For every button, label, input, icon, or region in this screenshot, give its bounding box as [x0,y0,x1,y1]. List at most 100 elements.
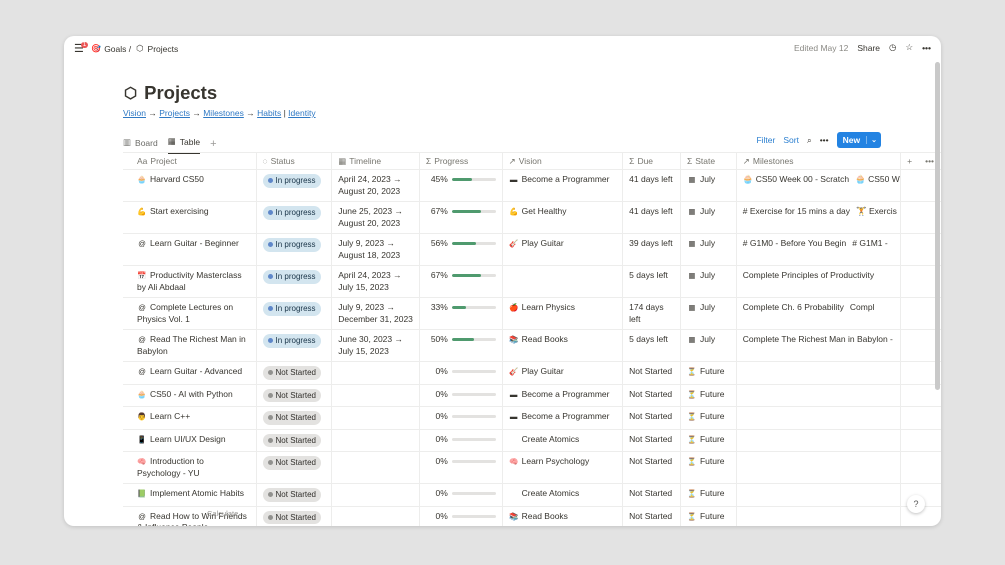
milestone-link[interactable]: 🧁 CS50 We [855,174,900,186]
status-cell[interactable]: In progress [257,202,333,233]
milestones-cell[interactable]: Complete Principles of Productivity [737,266,902,297]
timeline-cell[interactable] [332,506,420,526]
table-row[interactable]: 📅 Productivity Masterclass by Ali Abdaal I… [123,266,941,298]
scrollbar[interactable] [935,62,940,390]
project-cell[interactable]: 💪 Start exercising [123,202,257,233]
table-row[interactable]: 👨 Learn C++ Not Started 0% ▬ Become a Program… [123,407,941,430]
project-cell[interactable]: @ Learn Guitar - Advanced [123,362,257,384]
column-header-state[interactable]: Σ State [681,153,737,169]
help-button[interactable]: ? [907,495,925,513]
table-row[interactable]: 🧁 Harvard CS50 In progress April 24, 2023 →… [123,170,941,202]
vision-link[interactable]: Play Guitar [522,366,564,376]
tab-table[interactable]: ▦ Table [167,134,201,154]
column-header-due[interactable]: Σ Due [623,153,681,169]
project-cell[interactable]: 🧁 CS50 - AI with Python [123,384,257,406]
status-cell[interactable]: In progress [257,330,333,361]
new-button[interactable]: New ⌄ [836,132,881,148]
vision-link[interactable]: Play Guitar [522,238,564,248]
column-header-progress[interactable]: Σ Progress [420,153,503,169]
link-vision[interactable]: Vision [123,108,146,118]
milestone-link[interactable]: Complete Principles of Productivity [743,270,874,282]
column-header-status[interactable]: ◌ Status [257,153,333,169]
sort-button[interactable]: Sort [783,135,799,145]
link-habits[interactable]: Habits [257,108,281,118]
add-view-icon[interactable]: + [210,138,216,150]
vision-link[interactable]: Become a Programmer [522,174,610,184]
milestones-cell[interactable]: 🧁 CS50 Week 00 - Scratch 🧁 CS50 We [737,170,902,201]
milestones-cell[interactable]: # Exercise for 15 mins a day 🏋 Exercis [737,202,902,233]
status-cell[interactable]: In progress [257,170,333,201]
timeline-cell[interactable]: June 30, 2023 → July 15, 2023 [332,330,420,361]
vision-cell[interactable]: 🎸 Play Guitar [503,234,624,265]
column-header-vision[interactable]: ↗ Vision [503,153,624,169]
status-cell[interactable]: Not Started [257,362,333,384]
milestones-cell[interactable] [737,484,902,506]
vision-cell[interactable]: 🍎 Learn Physics [503,298,624,329]
project-name[interactable]: Read The Richest Man in Babylon [137,334,246,356]
vision-link[interactable]: Get Healthy [522,206,567,216]
status-cell[interactable]: Not Started [257,407,333,429]
milestones-cell[interactable]: # G1M0 - Before You Begin # G1M1 - [737,234,902,265]
table-row[interactable]: @ Read The Richest Man in Babylon In progr… [123,330,941,362]
table-row[interactable]: 🧁 CS50 - AI with Python Not Started 0% ▬ Beco… [123,384,941,407]
vision-cell[interactable]: ▬ Become a Programmer [503,170,624,201]
milestone-link[interactable]: # Exercise for 15 mins a day [743,206,850,218]
vision-cell[interactable]: ▬ Become a Programmer [503,407,624,429]
timeline-cell[interactable] [332,452,420,483]
status-cell[interactable]: In progress [257,266,333,297]
project-cell[interactable]: 🧠 Introduction to Psychology - YU [123,452,257,483]
status-cell[interactable]: Not Started [257,429,333,451]
breadcrumb-projects[interactable]: Projects [148,44,179,54]
more-options-icon[interactable]: ••• [820,135,829,145]
timeline-cell[interactable]: July 9, 2023 → August 18, 2023 [332,234,420,265]
timeline-cell[interactable] [332,484,420,506]
project-name[interactable]: Productivity Masterclass by Ali Abdaal [137,270,242,292]
timeline-cell[interactable]: April 24, 2023 → July 15, 2023 [332,266,420,297]
filter-button[interactable]: Filter [756,135,775,145]
status-cell[interactable]: Not Started [257,452,333,483]
vision-link[interactable]: Become a Programmer [522,411,610,421]
milestones-cell[interactable] [737,429,902,451]
project-cell[interactable]: @ Learn Guitar - Beginner [123,234,257,265]
table-row[interactable]: 💪 Start exercising In progress June 25, 202… [123,202,941,234]
milestone-link[interactable]: Compl [850,302,875,314]
milestone-link[interactable]: # G1M1 - [852,238,887,250]
milestones-cell[interactable]: Complete The Richest Man in Babylon - [737,330,902,361]
vision-cell[interactable]: ▬ Become a Programmer [503,384,624,406]
share-button[interactable]: Share [857,43,880,53]
milestones-cell[interactable] [737,407,902,429]
milestone-link[interactable]: Complete The Richest Man in Babylon - [743,334,893,346]
milestone-link[interactable]: # G1M0 - Before You Begin [743,238,847,250]
milestones-cell[interactable]: Complete Ch. 6 Probability Compl [737,298,902,329]
more-options-icon[interactable]: ••• [922,43,931,53]
milestones-cell[interactable] [737,452,902,483]
table-row[interactable]: @ Complete Lectures on Physics Vol. 1 In p… [123,298,941,330]
timeline-cell[interactable]: June 25, 2023 → August 20, 2023 [332,202,420,233]
project-name[interactable]: Harvard CS50 [150,174,204,184]
milestones-cell[interactable] [737,362,902,384]
table-row[interactable]: @ Learn Guitar - Advanced Not Started 0% 🎸 Pl… [123,362,941,385]
project-cell[interactable]: 📱 Learn UI/UX Design [123,429,257,451]
vision-link[interactable]: Read Books [522,334,568,344]
vision-link[interactable]: Create Atomics [522,434,580,444]
tab-board[interactable]: ▥ Board [123,135,158,153]
milestones-cell[interactable] [737,384,902,406]
project-cell[interactable]: 📅 Productivity Masterclass by Ali Abdaal [123,266,257,297]
project-name[interactable]: Complete Lectures on Physics Vol. 1 [137,302,233,324]
vision-cell[interactable]: 🎸 Play Guitar [503,362,624,384]
vision-cell[interactable]: Create Atomics [503,429,624,451]
project-name[interactable]: Start exercising [150,206,209,216]
status-cell[interactable]: Not Started [257,384,333,406]
vision-link[interactable]: Learn Psychology [522,456,590,466]
vision-cell[interactable]: 🧠 Learn Psychology [503,452,624,483]
project-cell[interactable]: @ Read The Richest Man in Babylon [123,330,257,361]
table-row[interactable]: 📱 Learn UI/UX Design Not Started 0% Create A… [123,429,941,452]
vision-link[interactable]: Create Atomics [522,488,580,498]
project-cell[interactable]: 📗 Implement Atomic Habits [123,484,257,506]
link-projects[interactable]: Projects [159,108,190,118]
star-icon[interactable]: ☆ [905,42,913,53]
project-cell[interactable]: 🧁 Harvard CS50 [123,170,257,201]
vision-link[interactable]: Learn Physics [522,302,575,312]
calculate-button[interactable]: Calculate ⌄ [207,509,247,518]
vision-cell[interactable]: 💪 Get Healthy [503,202,624,233]
